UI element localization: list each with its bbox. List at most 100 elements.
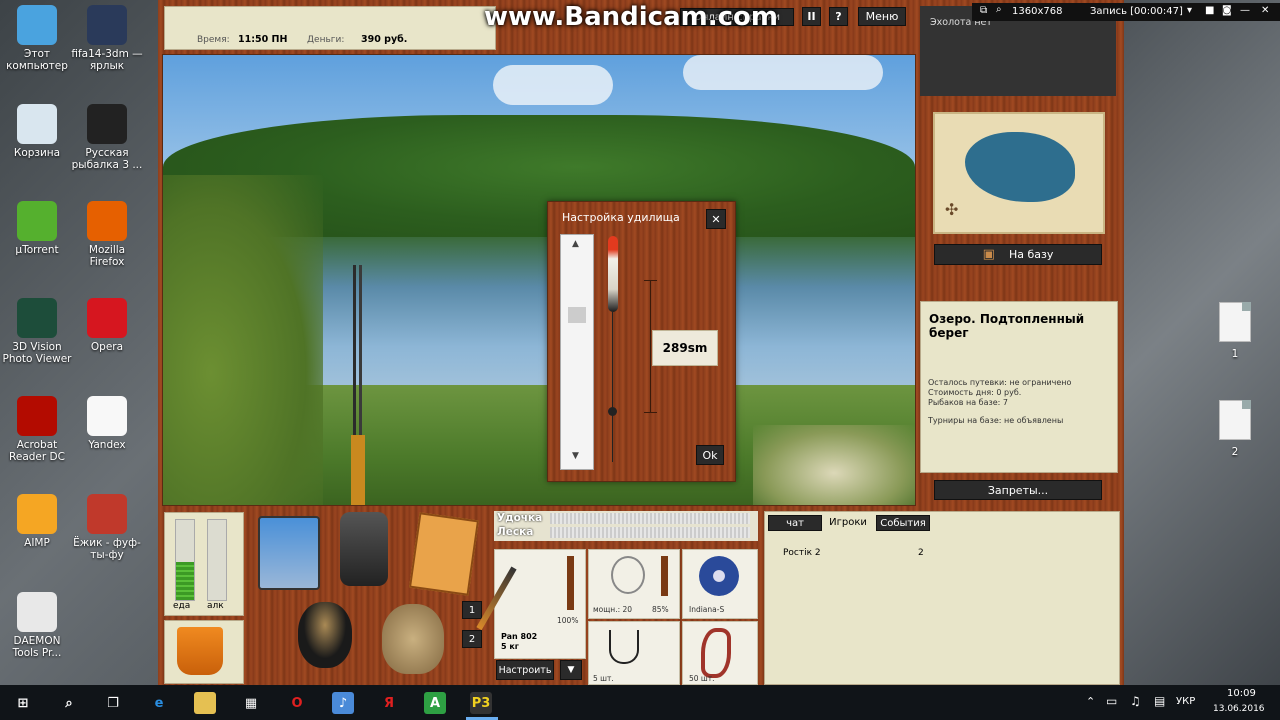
sinker-icon xyxy=(608,407,617,416)
lake-map[interactable]: ✣ xyxy=(933,112,1105,234)
notifications-icon[interactable]: ▤ xyxy=(1154,694,1165,708)
notebook-icon[interactable] xyxy=(409,512,479,596)
volume-icon[interactable]: ♫ xyxy=(1130,694,1141,708)
chevron-down-icon[interactable]: ▼ xyxy=(572,451,579,461)
desktop-shortcut[interactable]: Русская рыбалка 3 ... xyxy=(70,104,144,171)
store-icon[interactable]: ▦ xyxy=(240,692,262,714)
desktop-shortcut-label: Mozilla Firefox xyxy=(88,244,126,268)
tackle-box-icon[interactable] xyxy=(258,516,320,590)
bans-button[interactable]: Запреты... xyxy=(934,480,1102,500)
bandicam-toolbar: ⧉ ⌕ 1360x768 Запись [00:00:47] ▾ ■ ◙ — ✕ xyxy=(972,3,1280,21)
foreground-plants xyxy=(163,175,323,505)
text-file-icon xyxy=(1219,302,1251,342)
sack-icon[interactable] xyxy=(382,604,444,674)
text-file-icon xyxy=(1219,400,1251,440)
yandex-icon[interactable]: Я xyxy=(378,692,400,714)
line-name: Indiana-S xyxy=(689,605,725,614)
app-a-icon[interactable]: A xyxy=(424,692,446,714)
bait-slot[interactable]: 50 шт. xyxy=(682,621,758,685)
rod-slot[interactable]: 100% Pan 802 5 кг xyxy=(476,549,586,659)
windows-start-icon[interactable]: ⊞ xyxy=(12,692,34,714)
stop-icon[interactable]: ■ xyxy=(1205,5,1214,16)
configure-button[interactable]: Настроить xyxy=(496,660,554,680)
desktop-shortcut[interactable]: Корзина xyxy=(0,104,74,159)
desktop-shortcut[interactable]: µTorrent xyxy=(0,201,74,256)
camera-icon[interactable]: ◙ xyxy=(1222,5,1232,16)
desktop-shortcut[interactable]: Opera xyxy=(70,298,144,353)
resolution-text: 1360x768 xyxy=(1012,6,1063,17)
chevron-down-icon[interactable]: ▾ xyxy=(1187,5,1192,16)
flowers xyxy=(753,425,915,505)
desktop-shortcut[interactable]: AIMP xyxy=(0,494,74,549)
russian-fishing-icon[interactable]: P3 xyxy=(470,692,492,714)
menu-button[interactable]: Меню xyxy=(858,7,906,26)
text-file-2[interactable]: 2 xyxy=(1198,400,1272,458)
rod-bar xyxy=(550,513,750,524)
slot-2-button[interactable]: 2 xyxy=(462,630,482,648)
chevron-up-icon[interactable]: ⌃ xyxy=(1086,695,1095,708)
stats-panel: еда алк xyxy=(164,512,244,616)
desktop-shortcut[interactable]: fifa14-3dm — ярлык xyxy=(70,5,144,72)
bucket-slot[interactable] xyxy=(164,620,244,684)
clock-time[interactable]: 10:09 xyxy=(1227,688,1256,699)
line-bar-label: Леска xyxy=(497,526,534,538)
line-slot[interactable]: Indiana-S xyxy=(682,549,758,619)
hook-slot[interactable]: 5 шт. xyxy=(588,621,680,685)
tab-chat[interactable]: чат xyxy=(768,515,822,531)
desktop-shortcut[interactable]: Mozilla Firefox xyxy=(70,201,144,268)
opera-icon[interactable]: O xyxy=(286,692,308,714)
reel-slot[interactable]: мощн.: 20 85% xyxy=(588,549,680,619)
window-icon[interactable]: ⧉ xyxy=(980,5,987,16)
recycle-bin-icon xyxy=(17,104,57,144)
clock-date[interactable]: 13.06.2016 xyxy=(1213,704,1265,714)
player-name[interactable]: Ростік 2 xyxy=(783,548,821,558)
fishing-scene[interactable] xyxy=(162,54,916,506)
pot-icon[interactable] xyxy=(298,602,352,668)
dialog-ok-button[interactable]: Ok xyxy=(696,445,724,465)
chest-icon: ▣ xyxy=(982,247,995,262)
compass-icon: ✣ xyxy=(945,200,959,219)
scroll-thumb[interactable] xyxy=(568,307,586,323)
taskbar: ⊞ ⌕ ❐ e ▦ O ♪ Я A P3 ⌃ ▭ ♫ ▤ УКР 10:09 1… xyxy=(0,685,1280,720)
desktop-shortcut-label: Корзина xyxy=(13,147,61,159)
text-file-1[interactable]: 1 xyxy=(1198,302,1272,360)
search-icon[interactable]: ⌕ xyxy=(996,4,1002,15)
player-value: 2 xyxy=(918,548,924,558)
media-icon[interactable]: ♪ xyxy=(332,692,354,714)
chevron-up-icon[interactable]: ▲ xyxy=(572,239,579,249)
desktop-shortcut[interactable]: Этот компьютер xyxy=(0,5,74,72)
depth-scrollbar[interactable]: ▲ ▼ xyxy=(560,234,594,470)
to-base-button[interactable]: ▣ На базу xyxy=(934,244,1102,265)
utorrent-icon xyxy=(17,201,57,241)
pause-button[interactable]: II xyxy=(802,7,821,26)
desktop-shortcut[interactable]: 3D Vision Photo Viewer xyxy=(0,298,74,365)
minimize-icon[interactable]: — xyxy=(1240,5,1250,16)
search-icon[interactable]: ⌕ xyxy=(58,692,80,714)
network-icon[interactable]: ▭ xyxy=(1106,694,1117,708)
task-view-icon[interactable]: ❐ xyxy=(102,692,124,714)
3d-vision-icon xyxy=(17,298,57,338)
help-button[interactable]: ? xyxy=(829,7,848,26)
desktop-shortcut-label: Opera xyxy=(90,341,124,353)
close-icon[interactable]: ✕ xyxy=(1261,5,1269,16)
edge-icon[interactable]: e xyxy=(148,692,170,714)
status-panel: Время: 11:50 ПН Деньги: 390 руб. xyxy=(164,6,496,50)
slot-1-button[interactable]: 1 xyxy=(462,601,482,619)
file-explorer-icon[interactable] xyxy=(194,692,216,714)
fishing-line xyxy=(612,312,613,462)
backpack-icon[interactable] xyxy=(340,512,388,586)
reel-icon xyxy=(611,556,645,594)
depth-bracket xyxy=(650,280,651,412)
line-bar xyxy=(550,527,750,538)
aimp-icon xyxy=(17,494,57,534)
desktop-shortcut[interactable]: Ёжик - фуф-ты-фу xyxy=(70,494,144,561)
desktop-shortcut[interactable]: Yandex xyxy=(70,396,144,451)
configure-dropdown-button[interactable]: ▼ xyxy=(560,660,582,680)
yandex-icon xyxy=(87,396,127,436)
tab-players[interactable]: Игроки xyxy=(824,515,872,529)
desktop-shortcut[interactable]: DAEMON Tools Pr... xyxy=(0,592,74,659)
language-indicator[interactable]: УКР xyxy=(1176,696,1195,707)
dialog-close-button[interactable]: ✕ xyxy=(706,209,726,229)
desktop-shortcut[interactable]: Acrobat Reader DC xyxy=(0,396,74,463)
tab-events[interactable]: События xyxy=(876,515,930,531)
